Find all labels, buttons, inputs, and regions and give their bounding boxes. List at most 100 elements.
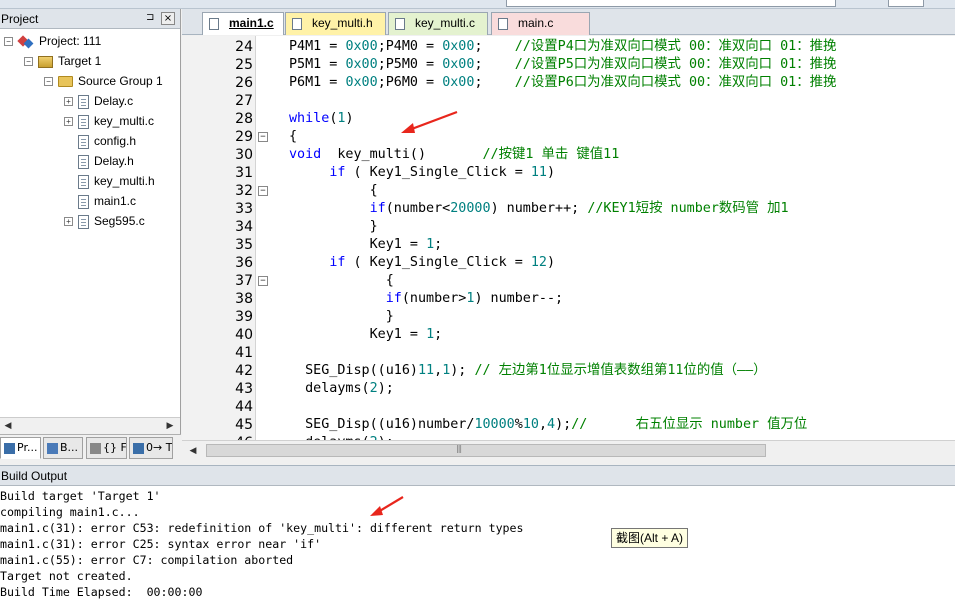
- fold-icon[interactable]: −: [258, 186, 268, 196]
- arrow-left-icon[interactable]: ◀: [2, 420, 14, 433]
- tree-item-label: Source Group 1: [78, 74, 163, 88]
- code-text: P4M1 = 0x00;P4M0 = 0x00; //设置P4口为准双向口模式 …: [289, 38, 836, 56]
- code-text: }: [289, 218, 378, 236]
- arrow-right-icon[interactable]: ▶: [164, 420, 176, 433]
- code-line: 29− {: [182, 128, 955, 146]
- tree-item-label: Seg595.c: [94, 214, 145, 228]
- project-pane-tab[interactable]: B...: [43, 437, 83, 459]
- tree-item[interactable]: Delay.h: [64, 151, 134, 171]
- code-token: 11: [530, 165, 547, 180]
- code-token: 20000: [450, 201, 491, 216]
- file-icon: [78, 174, 89, 189]
- code-text: Key1 = 1;: [289, 236, 443, 254]
- tree-item[interactable]: + Delay.c: [64, 91, 133, 111]
- code-token: %: [514, 417, 523, 432]
- close-icon[interactable]: ×: [161, 12, 175, 25]
- code-text: {: [289, 128, 297, 146]
- project-pane-tab[interactable]: {} F...: [86, 437, 127, 459]
- code-token: 2: [369, 381, 378, 396]
- line-number: 35: [235, 237, 253, 253]
- tree-item[interactable]: − Target 1: [24, 51, 101, 71]
- tree-item-label: main1.c: [94, 194, 137, 208]
- code-text: void key_multi() //按键1 单击 键值11: [289, 146, 619, 164]
- code-token: 10000: [474, 417, 515, 432]
- editor-tab-label: key_multi.h: [312, 16, 373, 30]
- code-token: 10: [522, 417, 539, 432]
- editor-horizontal-scrollbar[interactable]: ◀ |||: [182, 440, 955, 460]
- tab-icon: [133, 442, 144, 454]
- line-number: 38: [235, 291, 253, 307]
- code-token: 1: [426, 327, 435, 342]
- tree-item[interactable]: − Source Group 1: [44, 71, 163, 91]
- tree-expander-icon[interactable]: +: [64, 117, 73, 127]
- editor-tab[interactable]: main1.c: [202, 12, 284, 35]
- tree-item-label: Target 1: [58, 54, 102, 68]
- tree-expander-icon[interactable]: +: [64, 217, 73, 227]
- code-token: 1: [426, 237, 435, 252]
- tree-item[interactable]: + Seg595.c: [64, 211, 145, 231]
- fold-icon[interactable]: −: [258, 276, 268, 286]
- code-token: ) number--;: [474, 291, 564, 306]
- code-token: {: [289, 129, 298, 144]
- code-token: //设置P4口为准双向口模式 00：准双向口 01：推挽: [514, 39, 837, 54]
- code-text: SEG_Disp((u16)number/10000%10,4);// 右五位显…: [289, 416, 807, 434]
- code-text: P5M1 = 0x00;P5M0 = 0x00; //设置P5口为准双向口模式 …: [289, 56, 836, 74]
- arrow-left-icon[interactable]: ◀: [186, 444, 200, 458]
- code-editor[interactable]: 24 P4M1 = 0x00;P4M0 = 0x00; //设置P4口为准双向口模…: [182, 36, 955, 440]
- tree-expander-icon[interactable]: −: [24, 57, 33, 67]
- project-pane-tab[interactable]: 0→ T...: [129, 437, 173, 459]
- code-token: ,: [538, 417, 547, 432]
- scrollbar-grip-icon: |||: [456, 444, 462, 453]
- code-token: //KEY1短按 number数码管 加1: [587, 201, 789, 216]
- code-text: if(number>1) number--;: [289, 290, 563, 308]
- code-token: SEG_Disp((u16)number/: [289, 417, 475, 432]
- build-output-line: main1.c(31): error C25: syntax error nea…: [0, 537, 322, 551]
- editor-tab[interactable]: key_multi.h: [285, 12, 386, 35]
- code-token: // 左边第1位显示增值表数组第11位的值（——）: [474, 363, 767, 378]
- tree-item[interactable]: main1.c: [64, 191, 136, 211]
- tree-expander-icon[interactable]: −: [4, 37, 13, 47]
- code-line: 43 delayms(2);: [182, 380, 955, 398]
- line-number: 43: [235, 381, 253, 397]
- editor-tab[interactable]: main.c: [491, 12, 590, 35]
- editor-tab-label: main1.c: [229, 16, 274, 30]
- tree-item[interactable]: key_multi.h: [64, 171, 155, 191]
- code-token: 0x00: [345, 39, 378, 54]
- tree-item[interactable]: config.h: [64, 131, 136, 151]
- project-pane-tabs: Pr... B... {} F... 0→ T...: [0, 434, 181, 460]
- code-line: 35 Key1 = 1;: [182, 236, 955, 254]
- project-pane-title: Project: [1, 12, 39, 26]
- pin-icon[interactable]: ⊐: [146, 12, 154, 23]
- project-horizontal-scrollbar[interactable]: ◀ ▶: [0, 417, 180, 434]
- code-text: P6M1 = 0x00;P6M0 = 0x00; //设置P6口为准双向口模式 …: [289, 74, 836, 92]
- tree-item-label: Delay.h: [94, 154, 134, 168]
- code-token: (number>: [401, 291, 467, 306]
- tree-expander-icon[interactable]: −: [44, 77, 53, 87]
- editor-tab[interactable]: key_multi.c: [388, 12, 488, 35]
- build-output-line: main1.c(31): error C53: redefinition of …: [0, 521, 524, 535]
- code-token: );: [555, 417, 572, 432]
- code-token: P5M1 =: [289, 57, 346, 72]
- fold-icon[interactable]: −: [258, 132, 268, 142]
- tree-expander-icon[interactable]: +: [64, 97, 73, 107]
- line-number: 27: [235, 93, 253, 109]
- toolbar-combo[interactable]: [506, 0, 836, 7]
- line-number: 44: [235, 399, 253, 415]
- tree-item-label: Delay.c: [94, 94, 134, 108]
- project-pane-tab[interactable]: Pr...: [0, 437, 41, 459]
- code-text: while(1): [289, 110, 354, 128]
- code-line: 42 SEG_Disp((u16)11,1); // 左边第1位显示增值表数组第…: [182, 362, 955, 380]
- code-token: 12: [530, 255, 547, 270]
- code-token: if: [369, 201, 386, 216]
- line-number: 39: [235, 309, 253, 325]
- code-token: ;: [474, 39, 515, 54]
- code-token: key_multi(): [321, 147, 483, 162]
- tree-item-label: key_multi.h: [94, 174, 155, 188]
- tree-item[interactable]: − Project: 111: [4, 31, 101, 51]
- code-line: 41: [182, 344, 955, 362]
- toolbar-button[interactable]: [888, 0, 924, 7]
- code-text: {: [289, 272, 394, 290]
- scrollbar-thumb[interactable]: [206, 444, 766, 457]
- tree-item[interactable]: + key_multi.c: [64, 111, 154, 131]
